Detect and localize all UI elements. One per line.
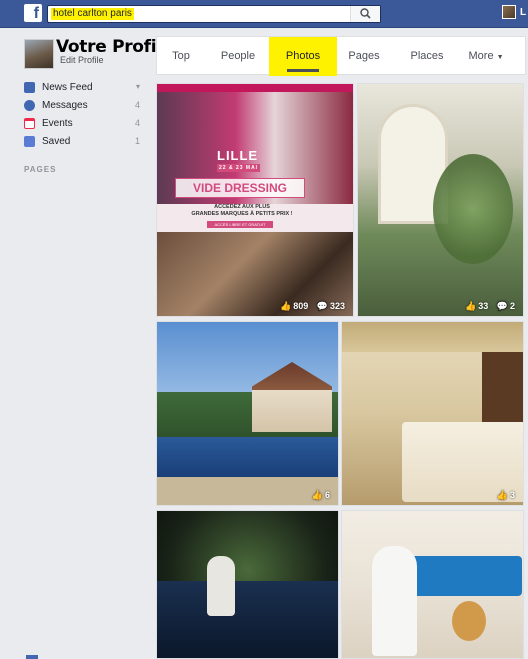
user-name-initial[interactable]: L bbox=[520, 7, 526, 18]
tab-pages[interactable]: Pages bbox=[339, 37, 389, 76]
sidebar-item-messages[interactable]: Messages 4 bbox=[24, 98, 144, 114]
comment-icon: 💬 bbox=[316, 301, 328, 311]
comment-icon: 💬 bbox=[496, 301, 508, 311]
pages-section-heading: PAGES bbox=[24, 165, 57, 174]
photo-stats: 👍 33 💬 2 bbox=[459, 301, 515, 312]
messages-icon bbox=[24, 100, 35, 111]
sidebar-item-label: Messages bbox=[42, 100, 88, 111]
sidebar-item-label: News Feed bbox=[42, 82, 93, 93]
like-count: 3 bbox=[509, 490, 515, 500]
like-count: 809 bbox=[293, 301, 309, 311]
sidebar-item-saved[interactable]: Saved 1 bbox=[24, 134, 144, 150]
chevron-down-icon: ▼ bbox=[496, 54, 504, 61]
comment-count: 2 bbox=[509, 301, 515, 311]
profile-avatar[interactable] bbox=[24, 39, 54, 69]
photo-stats: 👍 3 bbox=[491, 490, 515, 501]
photo-water bbox=[157, 581, 338, 658]
photo-result-vide-dressing[interactable]: LILLE 22 & 23 MAI VIDE DRESSING ACCÉDEZ A… bbox=[156, 83, 354, 317]
photo-text-subtitle: ACCÉDEZ AUX PLUS GRANDES MARQUES À PETITS… bbox=[191, 204, 293, 217]
like-icon: 👍 bbox=[279, 301, 292, 311]
chat-bar-edge bbox=[26, 655, 38, 659]
photo-result-kids-room[interactable] bbox=[341, 510, 524, 659]
tab-places[interactable]: Places bbox=[401, 37, 453, 76]
like-count: 6 bbox=[324, 490, 330, 500]
user-avatar[interactable] bbox=[502, 5, 516, 19]
photo-stats: 👍 6 bbox=[306, 490, 330, 501]
search-input[interactable]: hotel carlton paris bbox=[47, 5, 381, 23]
like-count: 33 bbox=[478, 301, 489, 311]
photo-text-badge: ACCÈS LIBRE ET GRATUIT bbox=[207, 221, 273, 228]
sidebar-item-count: 4 bbox=[134, 118, 140, 128]
like-icon: 👍 bbox=[465, 301, 477, 311]
tab-more-label: More bbox=[468, 50, 494, 62]
photo-result-night-pool[interactable] bbox=[156, 510, 339, 659]
tab-top[interactable]: Top bbox=[161, 37, 201, 76]
profile-name[interactable]: Votre Profil bbox=[56, 37, 162, 57]
photo-tree bbox=[433, 154, 513, 264]
search-button[interactable] bbox=[350, 6, 380, 22]
photo-person bbox=[372, 546, 417, 656]
active-tab-indicator bbox=[287, 69, 319, 72]
like-icon: 👍 bbox=[311, 490, 323, 500]
top-navigation-bar: f hotel carlton paris L bbox=[0, 0, 528, 28]
photo-sofa bbox=[402, 556, 522, 596]
sidebar-item-news-feed[interactable]: News Feed ▾ bbox=[24, 80, 144, 96]
tab-photos-label: Photos bbox=[285, 50, 321, 62]
sidebar-item-count: 4 bbox=[134, 100, 140, 110]
photo-banner-stripe bbox=[157, 84, 353, 92]
photo-text-title: VIDE DRESSING bbox=[175, 178, 305, 198]
comment-count: 323 bbox=[329, 301, 345, 311]
more-options-icon[interactable]: ▾ bbox=[136, 82, 140, 91]
sidebar-item-label: Events bbox=[42, 118, 73, 129]
search-query: hotel carlton paris bbox=[51, 8, 134, 20]
sidebar-item-count: 1 bbox=[134, 136, 140, 146]
sidebar-item-events[interactable]: Events 4 bbox=[24, 116, 144, 132]
like-icon: 👍 bbox=[496, 490, 508, 500]
tab-people[interactable]: People bbox=[211, 37, 265, 76]
photo-result-conservatory[interactable]: 👍 33 💬 2 bbox=[357, 83, 524, 317]
saved-icon bbox=[24, 136, 35, 147]
tab-more[interactable]: More ▼ bbox=[459, 37, 513, 76]
facebook-logo-icon[interactable]: f bbox=[24, 4, 42, 22]
news-feed-icon bbox=[24, 82, 35, 93]
search-icon bbox=[360, 8, 371, 19]
photo-result-pool-villa[interactable]: 👍 6 bbox=[156, 321, 339, 506]
sidebar-item-label: Saved bbox=[42, 136, 71, 147]
tab-photos[interactable]: Photos bbox=[269, 37, 337, 76]
events-icon bbox=[24, 118, 35, 129]
photo-stats: 👍 809 💬 323 bbox=[274, 301, 345, 312]
edit-profile-link[interactable]: Edit Profile bbox=[60, 55, 104, 65]
photo-pool bbox=[157, 437, 338, 477]
photo-curtain bbox=[342, 322, 523, 352]
photo-result-bedroom[interactable]: 👍 3 bbox=[341, 321, 524, 506]
photo-text-city: LILLE 22 & 23 MAI bbox=[217, 148, 261, 172]
photo-toy-lion bbox=[452, 601, 486, 641]
search-filter-tabs: Top People Photos Pages Places More ▼ bbox=[156, 36, 526, 76]
photo-person bbox=[207, 556, 235, 616]
